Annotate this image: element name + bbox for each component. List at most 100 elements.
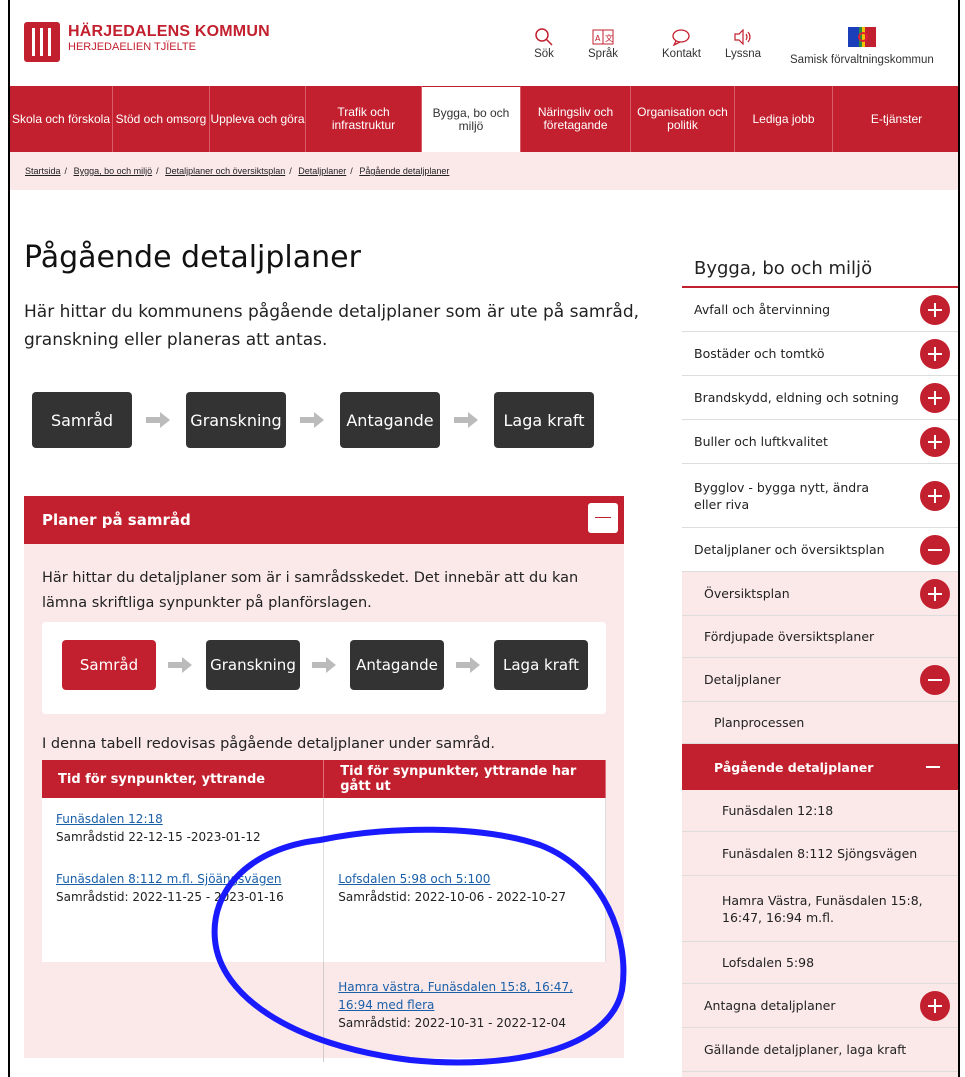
- sidebar-item-bostader[interactable]: Bostäder och tomtkö: [682, 332, 958, 376]
- main-nav: Skola och förskola Stöd och omsorg Upple…: [10, 86, 958, 152]
- arrow-right-icon: [312, 657, 338, 673]
- nav-item-trafik[interactable]: Trafik och infrastruktur: [306, 86, 422, 152]
- collapse-icon[interactable]: [588, 503, 618, 533]
- accordion-header[interactable]: Planer på samråd: [24, 496, 624, 544]
- column-header: Tid för synpunkter, yttrande har gått ut: [323, 760, 606, 798]
- arrow-right-icon: [454, 412, 480, 428]
- sidebar-item-funasdalen-12-18[interactable]: Funäsdalen 12:18: [682, 790, 958, 832]
- sidebar-item-planprocessen[interactable]: Planprocessen: [682, 702, 958, 744]
- process-step-samrad-active: Samråd: [62, 640, 156, 690]
- accordion-title: Planer på samråd: [42, 511, 191, 529]
- listen-tool[interactable]: Lyssna: [725, 26, 761, 60]
- expand-icon[interactable]: [920, 480, 950, 511]
- breadcrumb-link[interactable]: Startsida: [25, 166, 61, 176]
- sidebar-item-avfall[interactable]: Avfall och återvinning: [682, 288, 958, 332]
- sidebar-item-detaljplaner-oversiktsplan[interactable]: Detaljplaner och översiktsplan: [682, 528, 958, 572]
- plan-link[interactable]: Funäsdalen 8:112 m.fl. Sjöängsvägen: [56, 872, 281, 886]
- sidebar-item-oversiktsplan[interactable]: Översiktsplan: [682, 572, 958, 616]
- sidebar-item-bygglov[interactable]: Bygglov - bygga nytt, ändra eller riva: [682, 464, 958, 528]
- arrow-right-icon: [168, 657, 194, 673]
- plans-table: Tid för synpunkter, yttrande Tid för syn…: [42, 760, 606, 1062]
- page-title: Pågående detaljplaner: [24, 240, 361, 275]
- sidebar-item-buller[interactable]: Buller och luftkvalitet: [682, 420, 958, 464]
- process-flow: Samråd Granskning Antagande Laga kraft: [32, 392, 594, 448]
- expand-icon[interactable]: [920, 578, 950, 609]
- language-label: Språk: [588, 48, 619, 60]
- nav-item-lediga-jobb[interactable]: Lediga jobb: [735, 86, 833, 152]
- coat-of-arms-icon: [24, 22, 60, 62]
- process-box: Samråd Granskning Antagande Laga kraft: [42, 622, 606, 714]
- nav-item-e-tjanster[interactable]: E-tjänster: [833, 86, 958, 152]
- sidebar-item-brandskydd[interactable]: Brandskydd, eldning och sotning: [682, 376, 958, 420]
- nav-item-uppleva[interactable]: Uppleva och göra: [210, 86, 306, 152]
- contact-label: Kontakt: [662, 48, 701, 60]
- sidebar-item-pagaende[interactable]: Pågående detaljplaner: [682, 744, 958, 790]
- search-tool[interactable]: Sök: [534, 26, 554, 60]
- nav-item-naringsliv[interactable]: Näringsliv och företagande: [521, 86, 631, 152]
- search-icon: [534, 26, 554, 48]
- breadcrumb-link[interactable]: Detaljplaner och översiktsplan: [165, 166, 285, 176]
- process-flow-samrad: Samråd Granskning Antagande Laga kraft: [62, 640, 588, 690]
- sidebar-item-fordjupade[interactable]: Fördjupade översiktsplaner: [682, 616, 958, 658]
- process-step-antagande: Antagande: [350, 640, 444, 690]
- svg-text:A: A: [595, 34, 601, 43]
- contact-tool[interactable]: Kontakt: [662, 26, 701, 60]
- sami-label: Samisk förvaltningskommun: [790, 54, 934, 66]
- logo-subtitle: HERJEDAELIEN TJÏELTE: [68, 41, 196, 53]
- process-step-samrad: Samråd: [32, 392, 132, 448]
- plan-link[interactable]: Hamra västra, Funäsdalen 15:8, 16:47, 16…: [338, 980, 573, 1012]
- collapse-icon[interactable]: [920, 664, 950, 695]
- arrow-right-icon: [456, 657, 482, 673]
- collapse-icon[interactable]: [926, 766, 940, 768]
- process-step-laga-kraft: Laga kraft: [494, 640, 588, 690]
- breadcrumb-link[interactable]: Bygga, bo och miljö: [74, 166, 153, 176]
- sami-tool[interactable]: Samisk förvaltningskommun: [790, 26, 934, 66]
- sidebar-item-gallande[interactable]: Gällande detaljplaner, laga kraft: [682, 1028, 958, 1072]
- process-step-antagande: Antagande: [340, 392, 440, 448]
- search-label: Sök: [534, 48, 554, 60]
- nav-item-bygga[interactable]: Bygga, bo och miljö: [422, 86, 521, 152]
- arrow-right-icon: [146, 412, 172, 428]
- breadcrumb: Startsida / Bygga, bo och miljö / Detaljpl…: [10, 152, 958, 190]
- sidebar-item-hamra-vastra[interactable]: Hamra Västra, Funäsdalen 15:8, 16:47, 16…: [682, 876, 958, 942]
- breadcrumb-current[interactable]: Pågående detaljplaner: [359, 166, 449, 176]
- expand-icon[interactable]: [920, 426, 950, 457]
- page-lead: Här hittar du kommunens pågående detaljp…: [24, 302, 640, 350]
- sidebar-title: Bygga, bo och miljö: [682, 258, 958, 288]
- breadcrumb-link[interactable]: Detaljplaner: [298, 166, 346, 176]
- process-step-laga-kraft: Laga kraft: [494, 392, 594, 448]
- sidebar-item-more: [682, 1072, 958, 1077]
- expand-icon[interactable]: [920, 294, 950, 325]
- process-step-granskning: Granskning: [206, 640, 300, 690]
- plan-link[interactable]: Lofsdalen 5:98 och 5:100: [338, 872, 490, 886]
- process-step-granskning: Granskning: [186, 392, 286, 448]
- site-logo[interactable]: HÄRJEDALENS KOMMUN HERJEDAELIEN TJÏELTE: [24, 22, 270, 62]
- expand-icon[interactable]: [920, 990, 950, 1021]
- svg-text:文: 文: [605, 33, 613, 43]
- column-header: Tid för synpunkter, yttrande: [42, 760, 325, 798]
- sidebar-item-lofsdalen[interactable]: Lofsdalen 5:98: [682, 942, 958, 984]
- sidebar-item-antagna[interactable]: Antagna detaljplaner: [682, 984, 958, 1028]
- sidebar-item-detaljplaner[interactable]: Detaljplaner: [682, 658, 958, 702]
- table-row: Funäsdalen 8:112 m.fl. Sjöängsvägen Samr…: [42, 858, 606, 962]
- nav-item-stod[interactable]: Stöd och omsorg: [113, 86, 210, 152]
- expand-icon[interactable]: [920, 382, 950, 413]
- language-icon: A文: [592, 26, 614, 48]
- plan-link[interactable]: Funäsdalen 12:18: [56, 812, 163, 826]
- sami-flag-icon: [847, 26, 876, 48]
- browser-page: HÄRJEDALENS KOMMUN HERJEDAELIEN TJÏELTE …: [8, 0, 960, 1077]
- speaker-icon: [733, 26, 753, 48]
- language-tool[interactable]: A文 Språk: [588, 26, 618, 60]
- logo-title: HÄRJEDALENS KOMMUN: [68, 23, 270, 40]
- table-row: Hamra västra, Funäsdalen 15:8, 16:47, 16…: [42, 962, 606, 1062]
- nav-item-organisation[interactable]: Organisation och politik: [631, 86, 735, 152]
- table-caption: I denna tabell redovisas pågående detalj…: [42, 736, 495, 752]
- sidebar-item-funasdalen-8-112[interactable]: Funäsdalen 8:112 Sjöngsvägen: [682, 832, 958, 876]
- accordion-planer-samrad: Planer på samråd Här hittar du detaljpla…: [24, 496, 624, 1062]
- plan-dates: Samrådstid: 2022-10-06 - 2022-10-27: [338, 890, 567, 904]
- plan-dates: Samrådstid: 2022-10-31 - 2022-12-04: [338, 1016, 567, 1030]
- plan-dates: Samrådstid 22-12-15 -2023-01-12: [56, 830, 261, 844]
- nav-item-skola[interactable]: Skola och förskola: [10, 86, 113, 152]
- expand-icon[interactable]: [920, 338, 950, 369]
- collapse-icon[interactable]: [920, 534, 950, 565]
